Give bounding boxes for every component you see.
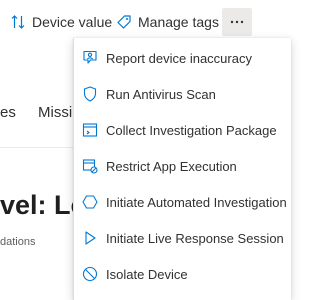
play-icon [81, 229, 99, 247]
menu-item-label: Initiate Automated Investigation [106, 194, 287, 210]
restrict-app-icon [81, 157, 99, 175]
report-person-icon [81, 49, 99, 67]
menu-item-label: Initiate Live Response Session [106, 230, 284, 246]
device-value-label: Device value [32, 14, 113, 30]
menu-item-initiate-automated-investigation[interactable]: Initiate Automated Investigation [74, 184, 292, 220]
more-actions-button[interactable] [222, 8, 252, 36]
menu-item-isolate-device[interactable]: Isolate Device [74, 256, 292, 292]
page-subtitle: dations [0, 236, 36, 248]
menu-item-run-antivirus-scan[interactable]: Run Antivirus Scan [74, 76, 292, 112]
more-ellipsis-icon [230, 20, 244, 24]
menu-item-report-device-inaccuracy[interactable]: Report device inaccuracy [74, 40, 292, 76]
tab-divider [0, 147, 80, 148]
hexagon-icon [81, 193, 99, 211]
device-value-button[interactable]: Device value [10, 8, 112, 36]
manage-tags-label: Manage tags [138, 14, 219, 30]
background-tab[interactable]: Missi [38, 104, 72, 121]
menu-item-collect-investigation-package[interactable]: Collect Investigation Package [74, 112, 292, 148]
menu-item-label: Restrict App Execution [106, 158, 237, 174]
more-actions-menu: Report device inaccuracy Run Antivirus S… [73, 38, 291, 300]
shield-icon [81, 85, 99, 103]
menu-item-label: Collect Investigation Package [106, 122, 277, 138]
sort-arrows-icon [10, 14, 26, 30]
menu-item-initiate-live-response-session[interactable]: Initiate Live Response Session [74, 220, 292, 256]
menu-item-restrict-app-execution[interactable]: Restrict App Execution [74, 148, 292, 184]
tag-icon [116, 14, 132, 30]
manage-tags-button[interactable]: Manage tags [116, 8, 219, 36]
package-icon [81, 121, 99, 139]
background-tab[interactable]: es [0, 104, 16, 121]
menu-item-label: Report device inaccuracy [106, 50, 252, 66]
menu-item-label: Run Antivirus Scan [106, 86, 216, 102]
menu-item-label: Isolate Device [106, 266, 188, 282]
isolate-icon [81, 265, 99, 283]
